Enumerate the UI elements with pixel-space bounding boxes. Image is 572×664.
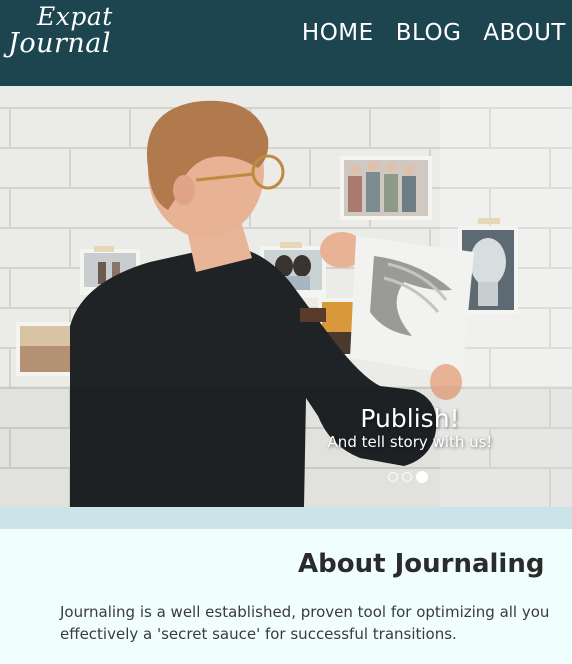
site-header: Expat Journal HOME BLOG ABOUT bbox=[0, 0, 572, 86]
carousel-indicators bbox=[388, 471, 428, 483]
about-section: About Journaling Journaling is a well es… bbox=[0, 529, 572, 664]
carousel-dot-2[interactable] bbox=[402, 472, 412, 482]
logo-text-line1: Expat bbox=[37, 2, 113, 31]
nav-home[interactable]: HOME bbox=[302, 20, 374, 46]
nav-about[interactable]: ABOUT bbox=[483, 20, 566, 46]
about-title: About Journaling bbox=[298, 549, 545, 579]
carousel-title: Publish! bbox=[360, 404, 460, 433]
section-divider bbox=[0, 507, 572, 529]
main-nav: HOME BLOG ABOUT bbox=[302, 20, 566, 46]
about-paragraph: Journaling is a well established, proven… bbox=[60, 603, 550, 643]
hero-carousel: Publish! And tell story with us! bbox=[0, 86, 572, 507]
carousel-subtitle: And tell story with us! bbox=[327, 433, 493, 451]
carousel-dot-3[interactable] bbox=[416, 471, 428, 483]
carousel-dot-1[interactable] bbox=[388, 472, 398, 482]
site-logo[interactable]: Expat Journal bbox=[8, 0, 118, 66]
logo-text-line2: Journal bbox=[8, 28, 111, 59]
carousel-caption: Publish! And tell story with us! bbox=[290, 404, 530, 451]
nav-blog[interactable]: BLOG bbox=[396, 20, 462, 46]
